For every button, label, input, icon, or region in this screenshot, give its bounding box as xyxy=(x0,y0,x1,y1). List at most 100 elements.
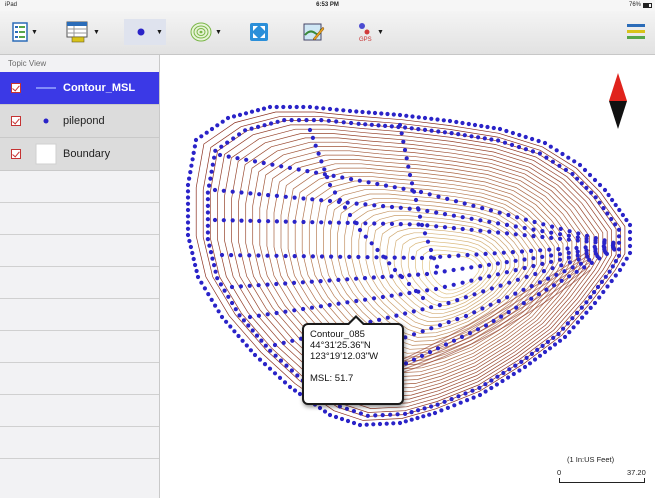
survey-point[interactable] xyxy=(550,224,555,229)
survey-point[interactable] xyxy=(394,313,399,318)
survey-point[interactable] xyxy=(381,254,386,259)
survey-point[interactable] xyxy=(417,214,423,219)
contour-button[interactable]: ▼ xyxy=(190,19,222,45)
survey-point[interactable] xyxy=(365,413,370,418)
survey-point[interactable] xyxy=(360,109,365,115)
survey-point[interactable] xyxy=(289,368,294,373)
survey-point[interactable] xyxy=(421,414,426,419)
survey-point[interactable] xyxy=(549,259,554,264)
survey-point[interactable] xyxy=(392,267,398,273)
survey-point[interactable] xyxy=(256,124,261,129)
survey-point[interactable] xyxy=(529,296,534,301)
survey-point[interactable] xyxy=(538,248,543,253)
survey-point[interactable] xyxy=(456,253,461,258)
survey-point[interactable] xyxy=(301,219,306,225)
survey-point[interactable] xyxy=(395,412,400,417)
survey-point[interactable] xyxy=(199,280,204,285)
survey-point[interactable] xyxy=(557,252,563,257)
survey-point[interactable] xyxy=(267,104,273,110)
survey-point[interactable] xyxy=(554,272,559,277)
survey-point[interactable] xyxy=(387,261,392,266)
survey-point[interactable] xyxy=(451,226,456,231)
survey-point[interactable] xyxy=(278,358,284,363)
survey-point[interactable] xyxy=(185,189,191,194)
survey-point[interactable] xyxy=(469,216,474,221)
survey-point[interactable] xyxy=(372,203,377,208)
survey-point[interactable] xyxy=(557,257,563,262)
survey-point[interactable] xyxy=(327,106,333,112)
survey-point[interactable] xyxy=(347,254,352,259)
survey-point[interactable] xyxy=(442,269,447,274)
survey-point[interactable] xyxy=(597,256,602,261)
survey-point[interactable] xyxy=(476,135,481,140)
survey-point[interactable] xyxy=(592,300,598,306)
survey-point[interactable] xyxy=(399,131,404,136)
survey-point[interactable] xyxy=(427,412,432,417)
survey-point[interactable] xyxy=(529,248,534,253)
survey-point[interactable] xyxy=(310,197,315,202)
survey-point[interactable] xyxy=(542,140,548,146)
survey-point[interactable] xyxy=(307,104,313,110)
survey-point[interactable] xyxy=(292,195,297,200)
map-tools-button[interactable] xyxy=(303,19,325,45)
survey-point[interactable] xyxy=(570,316,575,321)
survey-point[interactable] xyxy=(565,321,570,326)
survey-point[interactable] xyxy=(257,192,262,197)
survey-point[interactable] xyxy=(185,214,191,219)
survey-point[interactable] xyxy=(587,172,593,178)
survey-point[interactable] xyxy=(551,335,556,340)
survey-point[interactable] xyxy=(254,333,260,338)
survey-point[interactable] xyxy=(523,134,528,140)
survey-point[interactable] xyxy=(225,115,231,121)
survey-point[interactable] xyxy=(463,391,468,396)
survey-point[interactable] xyxy=(256,283,261,288)
survey-point[interactable] xyxy=(401,186,406,191)
survey-point[interactable] xyxy=(220,119,225,124)
survey-point[interactable] xyxy=(575,249,580,254)
survey-point[interactable] xyxy=(231,114,237,119)
survey-point[interactable] xyxy=(613,273,618,278)
survey-point[interactable] xyxy=(334,107,339,112)
survey-point[interactable] xyxy=(550,266,555,271)
survey-point[interactable] xyxy=(189,163,194,168)
survey-point[interactable] xyxy=(389,124,394,129)
survey-point[interactable] xyxy=(419,353,425,358)
survey-point[interactable] xyxy=(207,183,212,188)
survey-point[interactable] xyxy=(351,420,357,426)
survey-point[interactable] xyxy=(472,310,477,315)
survey-point[interactable] xyxy=(210,256,215,261)
survey-point[interactable] xyxy=(239,218,244,223)
survey-point[interactable] xyxy=(185,232,191,238)
survey-point[interactable] xyxy=(575,238,580,243)
survey-point[interactable] xyxy=(597,200,602,205)
survey-point[interactable] xyxy=(273,353,278,358)
survey-point[interactable] xyxy=(274,281,279,287)
survey-point[interactable] xyxy=(224,319,229,324)
survey-point[interactable] xyxy=(570,171,575,177)
survey-point[interactable] xyxy=(522,265,527,271)
survey-point[interactable] xyxy=(530,149,535,154)
survey-point[interactable] xyxy=(380,294,385,300)
survey-point[interactable] xyxy=(504,128,509,134)
survey-point[interactable] xyxy=(416,115,421,120)
survey-point[interactable] xyxy=(627,222,633,228)
survey-point[interactable] xyxy=(482,136,487,141)
survey-point[interactable] xyxy=(566,155,571,160)
survey-point[interactable] xyxy=(584,239,589,244)
survey-point[interactable] xyxy=(363,221,368,226)
survey-point[interactable] xyxy=(593,240,598,245)
survey-point[interactable] xyxy=(613,202,618,208)
survey-point[interactable] xyxy=(537,353,543,358)
survey-point[interactable] xyxy=(496,230,501,235)
survey-point[interactable] xyxy=(215,276,220,281)
survey-point[interactable] xyxy=(322,409,328,414)
survey-point[interactable] xyxy=(519,249,525,254)
survey-point[interactable] xyxy=(522,257,527,262)
survey-point[interactable] xyxy=(501,250,506,255)
survey-point[interactable] xyxy=(540,343,545,348)
survey-point[interactable] xyxy=(380,274,385,280)
survey-point[interactable] xyxy=(244,157,249,162)
data-table-button[interactable]: ▼ xyxy=(66,19,100,45)
survey-point[interactable] xyxy=(292,254,297,259)
survey-point[interactable] xyxy=(616,240,622,245)
